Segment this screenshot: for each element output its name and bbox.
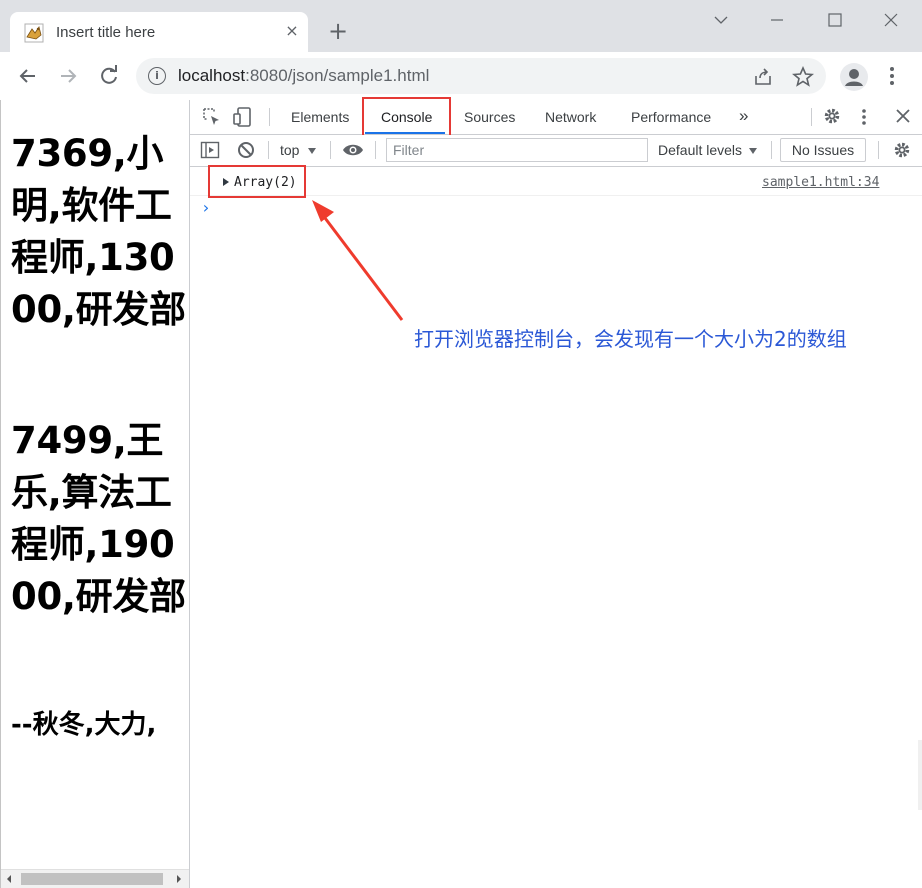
url-path: :8080/json/sample1.html bbox=[245, 66, 430, 85]
devtools-tab-bar: Elements Console Sources Network Perform… bbox=[190, 97, 922, 139]
annotation-text: 打开浏览器控制台，会发现有一个大小为2的数组 bbox=[414, 327, 847, 351]
browser-toolbar: i localhost:8080/json/sample1.html bbox=[0, 52, 922, 101]
source-link[interactable]: sample1.html:34 bbox=[762, 175, 879, 190]
forward-arrow-icon[interactable] bbox=[54, 62, 82, 90]
url-text[interactable]: localhost:8080/json/sample1.html bbox=[178, 66, 429, 86]
console-settings-gear-icon[interactable] bbox=[892, 140, 912, 160]
maximize-icon[interactable] bbox=[822, 8, 848, 32]
console-tab-highlight bbox=[362, 97, 451, 139]
devtools-scroll-edge bbox=[918, 740, 922, 810]
scrollbar-thumb[interactable] bbox=[21, 873, 163, 885]
red-arrow-annotation bbox=[312, 200, 404, 321]
horizontal-scrollbar[interactable] bbox=[1, 869, 189, 888]
show-sidebar-icon[interactable] bbox=[200, 140, 220, 160]
new-tab-button[interactable]: + bbox=[326, 19, 350, 44]
toolbar-divider bbox=[375, 141, 376, 159]
address-bar[interactable]: i localhost:8080/json/sample1.html bbox=[136, 58, 826, 94]
tab-network[interactable]: Network bbox=[545, 109, 596, 125]
page-viewport: 7369,小明,软件工程师,13000,研发部 7499,王乐,算法工程师,19… bbox=[0, 100, 189, 888]
bookmark-star-icon[interactable] bbox=[791, 65, 815, 88]
inspect-element-icon[interactable] bbox=[202, 107, 222, 127]
share-icon[interactable] bbox=[752, 66, 774, 88]
issues-button[interactable]: No Issues bbox=[780, 138, 866, 162]
context-selector[interactable]: top bbox=[280, 142, 317, 158]
tab-title: Insert title here bbox=[56, 24, 156, 41]
browser-menu-icon[interactable] bbox=[882, 64, 902, 88]
live-expression-eye-icon[interactable] bbox=[342, 141, 364, 159]
console-toolbar: top Filter Default levels No Issues bbox=[190, 135, 922, 167]
log-levels-label: Default levels bbox=[658, 142, 743, 158]
close-window-icon[interactable] bbox=[878, 8, 904, 32]
reload-icon[interactable] bbox=[95, 62, 123, 90]
url-host: localhost bbox=[178, 66, 246, 85]
scroll-left-icon[interactable] bbox=[5, 874, 13, 884]
console-prompt-icon[interactable]: › bbox=[201, 198, 211, 217]
devtools-panel: Elements Console Sources Network Perform… bbox=[189, 97, 922, 888]
tab-search-chevron-icon[interactable] bbox=[708, 8, 734, 32]
toolbar-divider bbox=[268, 141, 269, 159]
employee-record: 7369,小明,软件工程师,13000,研发部 bbox=[11, 132, 186, 331]
dropdown-arrow-icon bbox=[749, 148, 758, 154]
tomcat-favicon-icon bbox=[24, 23, 44, 43]
context-value: top bbox=[280, 142, 300, 158]
employee-record: 7499,王乐,算法工程师,19000,研发部 bbox=[11, 419, 186, 618]
toolbar-divider bbox=[811, 108, 812, 126]
browser-tab[interactable]: Insert title here × bbox=[10, 12, 308, 54]
dropdown-arrow-icon bbox=[308, 148, 317, 154]
back-arrow-icon[interactable] bbox=[14, 62, 42, 90]
clear-console-icon[interactable] bbox=[236, 140, 256, 160]
device-toolbar-icon[interactable] bbox=[232, 106, 254, 128]
profile-avatar-icon[interactable] bbox=[840, 63, 868, 91]
tab-performance[interactable]: Performance bbox=[631, 109, 711, 125]
console-filter-input[interactable]: Filter bbox=[386, 138, 648, 162]
signature-text: --秋冬,大力, bbox=[11, 710, 157, 740]
toolbar-divider bbox=[330, 141, 331, 159]
scroll-right-icon[interactable] bbox=[175, 874, 183, 884]
more-tabs-icon[interactable]: » bbox=[739, 106, 748, 126]
site-info-icon[interactable]: i bbox=[148, 67, 166, 85]
tab-close-icon[interactable]: × bbox=[282, 21, 302, 41]
tab-strip: Insert title here × + bbox=[0, 0, 922, 54]
tab-sources[interactable]: Sources bbox=[464, 109, 515, 125]
minimize-icon[interactable] bbox=[764, 8, 790, 32]
close-devtools-icon[interactable] bbox=[895, 108, 911, 124]
toolbar-divider bbox=[878, 141, 879, 159]
toolbar-divider bbox=[269, 108, 270, 126]
toolbar-divider bbox=[771, 141, 772, 159]
tab-elements[interactable]: Elements bbox=[291, 109, 349, 125]
devtools-menu-icon[interactable] bbox=[858, 107, 870, 127]
settings-gear-icon[interactable] bbox=[822, 106, 842, 126]
log-levels-dropdown[interactable]: Default levels bbox=[658, 142, 758, 158]
